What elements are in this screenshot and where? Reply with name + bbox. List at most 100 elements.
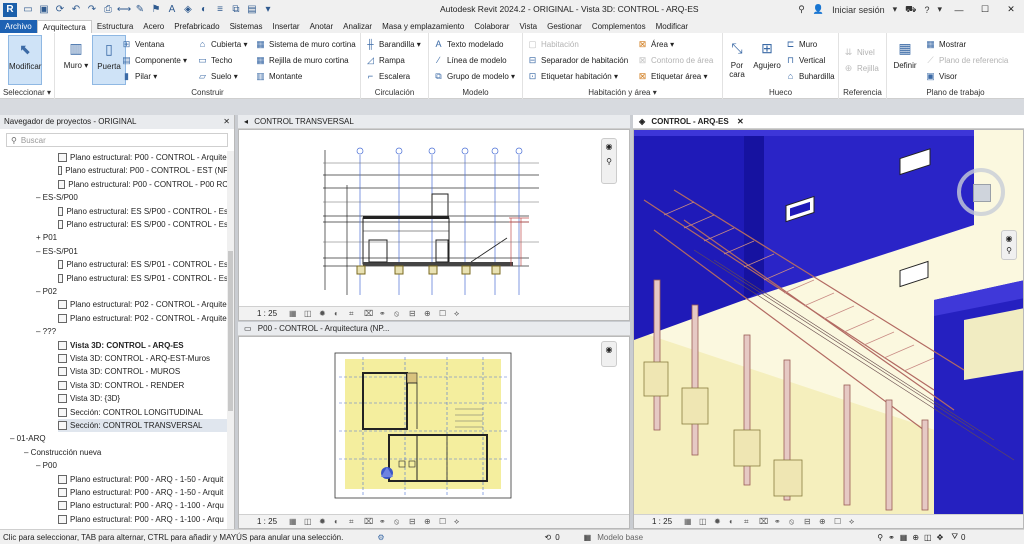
reveal-hidden-icon[interactable]: ⦸ xyxy=(394,309,404,319)
temporary-hide-icon[interactable]: ⊟ xyxy=(804,517,814,527)
analytical-icon[interactable]: ☐ xyxy=(834,517,844,527)
filter-icon[interactable]: ⚲ xyxy=(877,533,883,542)
browser-view-item[interactable]: Plano estructural: P00 - CONTROL - Arqui… xyxy=(58,151,228,164)
redo-icon[interactable]: ↷ xyxy=(85,3,99,17)
section-view[interactable]: ◉ ⚲ 1 : 25 ▦ ◫ ✹ ◐ ⌗ ⌧ ⚭ ⦸ ⊟ ⊕ ☐ ⟡ xyxy=(238,129,630,321)
close-hidden-icon[interactable]: ⧉ xyxy=(229,3,243,17)
hueco-muro-button[interactable]: ⊏ Muro xyxy=(785,37,818,51)
muro-button[interactable]: ▥ Muro ▾ xyxy=(59,35,93,85)
analytical-icon[interactable]: ⊕ xyxy=(424,309,434,319)
design-option-field[interactable]: Modelo base xyxy=(597,533,667,542)
browser-search-input[interactable]: ⚲ Buscar xyxy=(6,133,228,147)
visual-style-icon[interactable]: ◫ xyxy=(699,517,709,527)
texto-modelado-button[interactable]: A Texto modelado xyxy=(433,37,503,51)
constraints-icon[interactable]: ⟡ xyxy=(454,309,464,319)
tab-colaborar[interactable]: Colaborar xyxy=(469,20,514,33)
temporary-hide-icon[interactable]: ⚭ xyxy=(379,517,389,527)
visual-style-icon[interactable]: ◫ xyxy=(304,309,314,319)
browser-view-item[interactable]: Plano estructural: P00 - ARQ - 1-50 - Ar… xyxy=(58,473,228,486)
vertical-button[interactable]: ⊓ Vertical xyxy=(785,53,825,67)
escalera-button[interactable]: ⌐ Escalera xyxy=(365,69,410,83)
browser-group-item[interactable]: – ??? xyxy=(36,325,228,338)
tab-estructura[interactable]: Estructura xyxy=(92,20,138,33)
browser-group-item[interactable]: – ES-S/P01 xyxy=(36,245,228,258)
help-icon[interactable]: ? xyxy=(924,5,929,15)
browser-group-item[interactable]: – ES-S/P00 xyxy=(36,191,228,204)
contorno-area-button[interactable]: ⊠ Contorno de área xyxy=(637,53,714,67)
lock-icon[interactable]: ⊟ xyxy=(409,517,419,527)
nivel-button[interactable]: ⇊ Nivel xyxy=(843,45,875,59)
browser-view-item[interactable]: Vista 3D: CONTROL - ARQ-ES xyxy=(58,339,228,352)
browser-scrollbar[interactable] xyxy=(227,151,234,529)
sync-icon[interactable]: ⟳ xyxy=(53,3,67,17)
detail-level-icon[interactable]: ▦ xyxy=(289,309,299,319)
grupo-modelo-button[interactable]: ⧉ Grupo de modelo ▾ xyxy=(433,69,515,83)
browser-view-item[interactable]: Plano estructural: P00 - ARQ - 1-50 - Ar… xyxy=(58,486,228,499)
browser-group-item[interactable]: – P02 xyxy=(36,285,228,298)
crop-view-icon[interactable]: ⌗ xyxy=(349,309,359,319)
show-crop-icon[interactable]: ⚭ xyxy=(774,517,784,527)
browser-view-item[interactable]: Plano estructural: ES S/P01 - CONTROL - … xyxy=(58,272,228,285)
browser-view-item[interactable]: Plano estructural: P00 - ARQ - 1-100 - A… xyxy=(58,499,228,512)
status-filter-icon[interactable]: ⛛ xyxy=(951,532,958,542)
browser-group-item[interactable]: – 01-ARQ xyxy=(10,432,228,445)
steering-wheel-icon[interactable]: ◉ xyxy=(1002,234,1016,243)
switch-windows-icon[interactable]: ▤ xyxy=(245,3,259,17)
lock-3d-icon[interactable]: ⦸ xyxy=(789,517,799,527)
browser-view-item[interactable]: Sección: CONTROL TRANSVERSAL xyxy=(58,419,228,432)
browser-view-item[interactable]: Vista 3D: CONTROL - RENDER xyxy=(58,379,228,392)
shadows-icon[interactable]: ◐ xyxy=(334,517,344,527)
browser-view-item[interactable]: Plano estructural: P02 - CONTROL - Arqui… xyxy=(58,298,228,311)
drag-elements-icon[interactable]: ✥ xyxy=(937,533,944,542)
lock-icon[interactable]: ⊟ xyxy=(409,309,419,319)
sun-path-icon[interactable]: ✹ xyxy=(714,517,724,527)
undo-icon[interactable]: ↶ xyxy=(69,3,83,17)
analytical-icon[interactable]: ⊕ xyxy=(424,517,434,527)
3d-view[interactable]: ◉ ⚲ 1 : 25 ▦ ◫ ✹ ◐ ⌗ ⌧ ⚭ ⦸ ⊟ ⊕ ☐ ⟡ xyxy=(633,129,1024,529)
suelo-button[interactable]: ▱ Suelo ▾ xyxy=(197,69,238,83)
ventana-button[interactable]: ⊞ Ventana xyxy=(121,37,165,51)
browser-group-item[interactable]: – P00 xyxy=(36,459,228,472)
buhardilla-button[interactable]: ⌂ Buhardilla xyxy=(785,69,835,83)
habitacion-area-dropdown[interactable]: Habitación y área ▾ xyxy=(523,88,722,97)
por-cara-button[interactable]: ⤡ Por cara xyxy=(723,35,751,85)
etiquetar-area-button[interactable]: ⊠ Etiquetar área ▾ xyxy=(637,69,708,83)
browser-view-item[interactable]: Plano estructural: P00 - ARQ - 1-100 - A… xyxy=(58,513,228,526)
section-icon[interactable]: ◐ xyxy=(197,3,211,17)
tab-prefabricado[interactable]: Prefabricado xyxy=(169,20,224,33)
browser-group-item[interactable]: – Construcción nueva xyxy=(24,446,228,459)
open-icon[interactable]: ▭ xyxy=(21,3,35,17)
selection-pinned-icon[interactable]: ⊕ xyxy=(912,533,919,542)
viewcube[interactable] xyxy=(957,168,1005,216)
linea-modelo-button[interactable]: ∕ Línea de modelo xyxy=(433,53,507,67)
text-icon[interactable]: A xyxy=(165,3,179,17)
tab-gestionar[interactable]: Gestionar xyxy=(542,20,587,33)
browser-scroll-thumb[interactable] xyxy=(228,251,233,411)
tab-masa[interactable]: Masa y emplazamiento xyxy=(377,20,469,33)
chevron-down-icon[interactable]: ▾ xyxy=(893,4,898,15)
maximize-button[interactable]: ☐ xyxy=(972,4,998,15)
minimize-button[interactable]: — xyxy=(946,5,972,15)
detail-level-icon[interactable]: ▦ xyxy=(289,517,299,527)
browser-view-item[interactable]: Sección: CONTROL LONGITUDINAL xyxy=(58,406,228,419)
browser-view-item[interactable]: Vista 3D: CONTROL - MUROS xyxy=(58,365,228,378)
render-icon[interactable]: ⌗ xyxy=(744,517,754,527)
rejilla-muro-cortina-button[interactable]: ▦ Rejilla de muro cortina xyxy=(255,53,348,67)
plano-referencia-button[interactable]: ⟋ Plano de referencia xyxy=(925,53,1008,67)
browser-view-item[interactable]: Plano estructural: P00 - CONTROL - P00 R… xyxy=(58,178,228,191)
editing-icon[interactable]: ⟲ xyxy=(545,533,552,542)
cubierta-button[interactable]: ⌂ Cubierta ▾ xyxy=(197,37,248,51)
tab-insertar[interactable]: Insertar xyxy=(267,20,304,33)
browser-view-item[interactable]: Plano estructural: P02 - CONTROL - Arqui… xyxy=(58,312,228,325)
tag-icon[interactable]: ⚑ xyxy=(149,3,163,17)
rejilla-button[interactable]: ⊕ Rejilla xyxy=(843,61,879,75)
seleccionar-dropdown[interactable]: Seleccionar ▾ xyxy=(0,88,54,97)
viewcube-face[interactable] xyxy=(973,184,991,202)
sun-path-icon[interactable]: ✹ xyxy=(319,517,329,527)
techo-button[interactable]: ▭ Techo xyxy=(197,53,232,67)
view-scale[interactable]: 1 : 25 xyxy=(257,309,277,318)
tab-vista[interactable]: Vista xyxy=(514,20,542,33)
3d-view-icon[interactable]: ◈ xyxy=(181,3,195,17)
agujero-button[interactable]: ⊞ Agujero xyxy=(751,35,783,85)
tab-modificar[interactable]: Modificar xyxy=(651,20,693,33)
